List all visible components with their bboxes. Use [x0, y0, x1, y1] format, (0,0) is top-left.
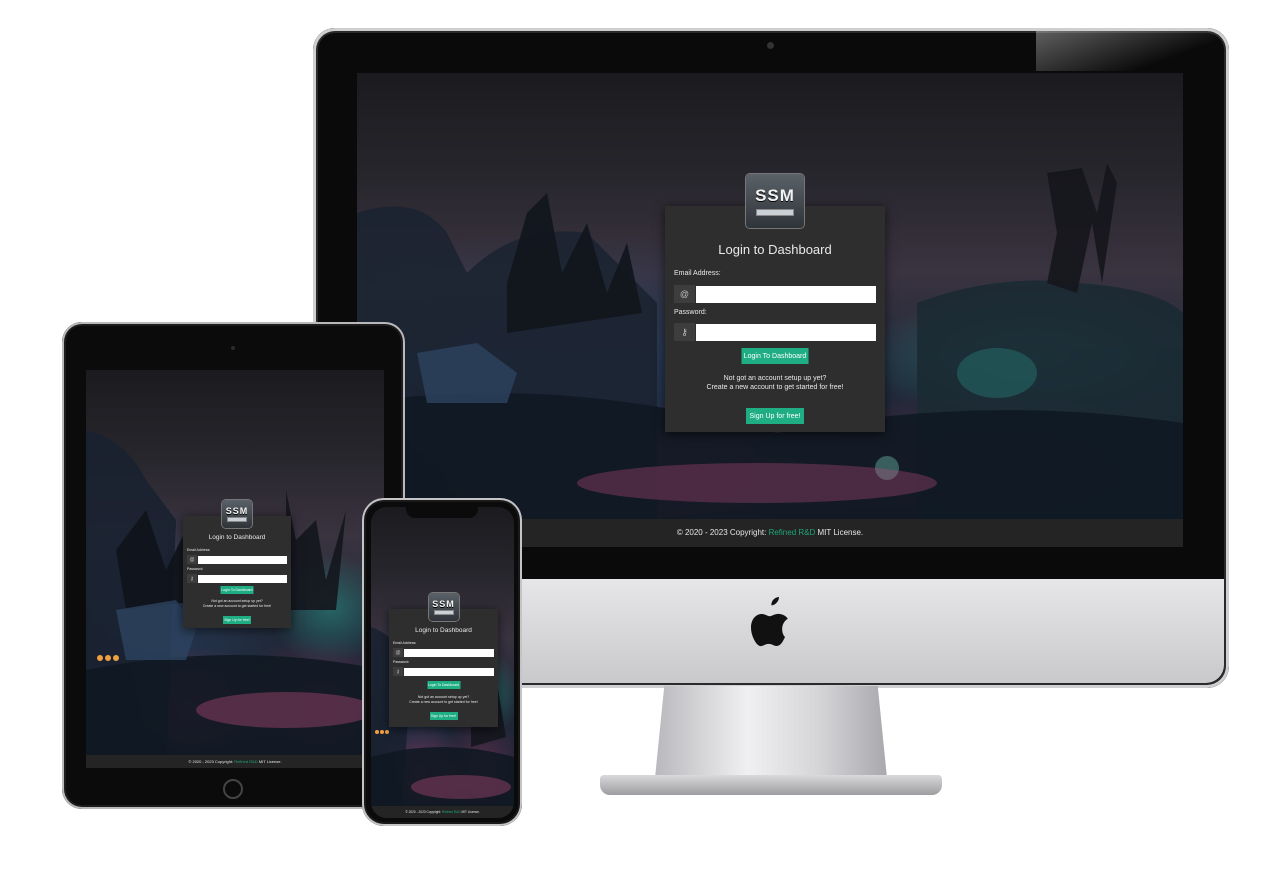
signup-note: Not got an account setup up yet? Create …	[183, 599, 291, 608]
signup-button[interactable]: Sign Up for free!	[429, 712, 458, 720]
login-button[interactable]: Login To Dashboard	[741, 348, 809, 364]
password-label: Password:	[187, 567, 204, 571]
signup-note: Not got an account setup up yet? Create …	[389, 695, 498, 704]
ssm-logo-text: SSM	[225, 506, 249, 516]
phone-screen: SSM Login to Dashboard Email Address: @ …	[371, 507, 514, 818]
email-input[interactable]	[404, 648, 494, 657]
key-icon: ⚷	[187, 574, 197, 583]
imac-stand	[655, 686, 887, 778]
login-card: SSM Login to Dashboard Email Address: @ …	[389, 593, 498, 727]
email-field-group: @	[393, 648, 494, 657]
tablet-screen: SSM Login to Dashboard Email Address: @ …	[86, 370, 384, 768]
signup-note-line1: Not got an account setup up yet?	[723, 375, 827, 382]
ssm-logo-bar	[227, 517, 247, 522]
email-field-group: @	[674, 285, 876, 303]
signup-note-line2: Create a new account to get started for …	[409, 699, 478, 704]
email-label: Email Address:	[187, 548, 211, 552]
password-label: Password:	[393, 660, 410, 664]
at-icon: @	[674, 285, 695, 303]
imac-stand-foot	[600, 775, 942, 795]
footer-copyright: © 2020 - 2023 Copyright:	[405, 810, 442, 814]
footer-link[interactable]: Refined R&D	[442, 810, 461, 814]
signup-button[interactable]: Sign Up for free!	[746, 408, 804, 424]
password-input[interactable]	[696, 323, 876, 341]
password-field-group: ⚷	[674, 323, 876, 341]
footer-copyright: © 2020 - 2023 Copyright:	[188, 759, 234, 764]
footer-copyright: © 2020 - 2023 Copyright:	[676, 528, 767, 537]
ssm-logo-text: SSM	[432, 599, 455, 609]
footer-link[interactable]: Refined R&D	[234, 759, 257, 764]
footer-license: MIT License.	[461, 810, 480, 814]
ssm-logo: SSM	[222, 500, 252, 528]
email-input[interactable]	[696, 285, 876, 303]
login-title: Login to Dashboard	[718, 242, 832, 257]
key-icon: ⚷	[674, 323, 695, 341]
email-field-group: @	[187, 555, 287, 564]
login-button[interactable]: Login To Dashboard	[427, 681, 460, 689]
password-label: Password:	[674, 309, 707, 316]
signup-note: Not got an account setup up yet? Create …	[665, 374, 885, 392]
home-button[interactable]	[223, 779, 243, 799]
email-input[interactable]	[198, 555, 287, 564]
footer: © 2020 - 2023 Copyright: Refined R&D MIT…	[86, 755, 384, 768]
ssm-logo-text: SSM	[755, 186, 795, 205]
phone-notch	[406, 504, 478, 518]
ssm-logo: SSM	[746, 174, 804, 228]
at-icon: @	[393, 648, 403, 657]
apple-logo-icon	[751, 597, 788, 647]
login-card: SSM Login to Dashboard Email Address: @ …	[183, 500, 291, 628]
ssm-logo: SSM	[428, 593, 459, 621]
password-field-group: ⚷	[187, 574, 287, 583]
footer-license: MIT License.	[258, 759, 282, 764]
glass-glare	[1036, 31, 1226, 71]
signup-button[interactable]: Sign Up for free!	[223, 616, 251, 624]
password-input[interactable]	[198, 574, 287, 583]
camera-dot	[231, 346, 235, 350]
signup-note-line2: Create a new account to get started for …	[202, 603, 272, 608]
footer-link[interactable]: Refined R&D	[769, 528, 816, 537]
at-icon: @	[187, 555, 197, 564]
login-title: Login to Dashboard	[415, 627, 472, 634]
email-label: Email Address:	[674, 270, 721, 277]
key-icon: ⚷	[393, 667, 403, 676]
footer: © 2020 - 2023 Copyright: Refined R&D MIT…	[371, 806, 514, 818]
desktop-screen: SSM Login to Dashboard Email Address: @ …	[357, 73, 1183, 547]
login-button[interactable]: Login To Dashboard	[220, 586, 254, 594]
ssm-logo-bar	[756, 209, 794, 216]
password-input[interactable]	[404, 667, 494, 676]
signup-note-line2: Create a new account to get started for …	[706, 384, 844, 391]
email-label: Email Address:	[393, 641, 417, 645]
login-card: SSM Login to Dashboard Email Address: @ …	[665, 174, 885, 432]
footer-license: MIT License.	[817, 528, 864, 537]
camera-dot	[767, 42, 774, 49]
password-field-group: ⚷	[393, 667, 494, 676]
ssm-logo-bar	[433, 610, 454, 615]
login-title: Login to Dashboard	[208, 534, 266, 541]
